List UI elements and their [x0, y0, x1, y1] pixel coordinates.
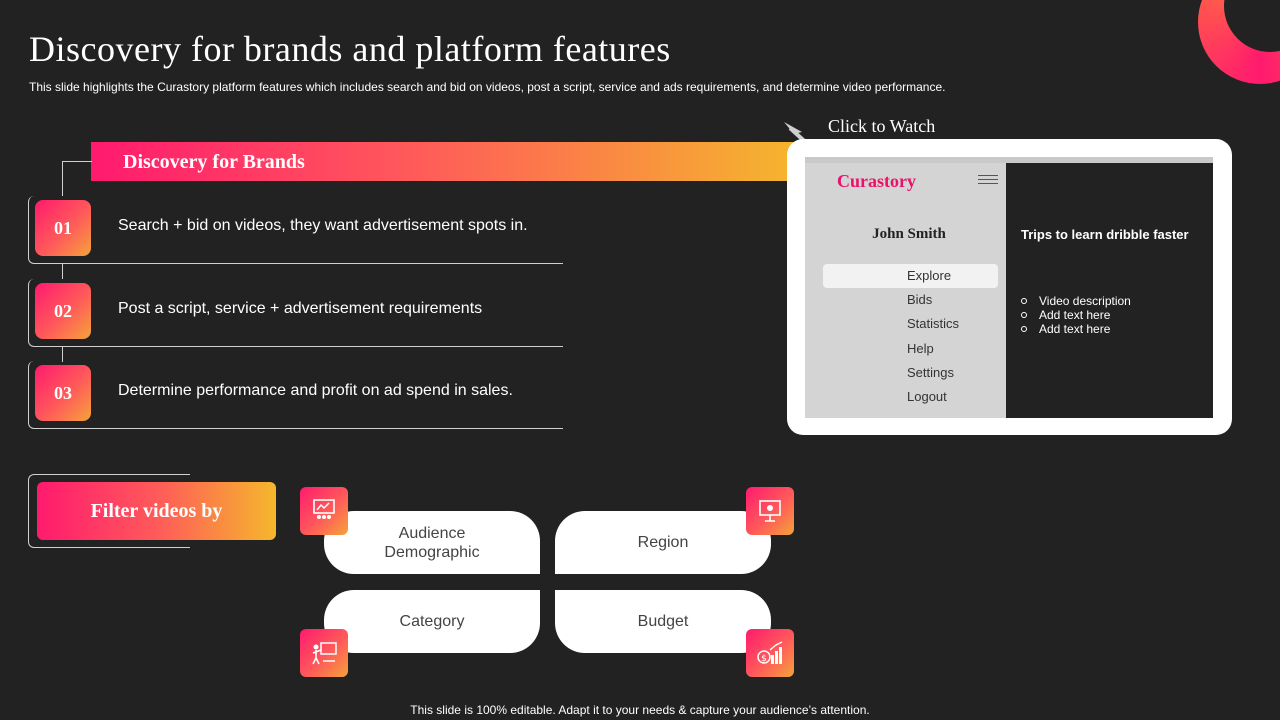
step-item: 01 Search + bid on videos, they want adv…: [28, 196, 563, 264]
filter-chip-budget[interactable]: Budget: [555, 590, 771, 653]
step-number: 01: [35, 200, 91, 256]
step-number: 02: [35, 283, 91, 339]
click-to-watch-label[interactable]: Click to Watch: [828, 116, 935, 137]
step-text: Search + bid on videos, they want advert…: [118, 217, 528, 234]
video-pane: Trips to learn dribble faster Video desc…: [1006, 163, 1213, 418]
tablet-mockup: Curastory John Smith Explore Bids Statis…: [787, 139, 1232, 435]
connector-line: [62, 346, 63, 362]
audience-icon: [300, 487, 348, 535]
menu-icon[interactable]: [978, 175, 998, 187]
connector-line: [62, 263, 63, 279]
list-item: Add text here: [1021, 322, 1131, 336]
filter-chip-category[interactable]: Category: [324, 590, 540, 653]
filter-videos-button[interactable]: Filter videos by: [37, 482, 276, 540]
budget-icon: $: [746, 629, 794, 677]
filter-chip-region[interactable]: Region: [555, 511, 771, 574]
connector-line: [62, 161, 92, 196]
user-name: John Smith: [872, 226, 946, 242]
decorative-ring: [1198, 0, 1280, 84]
nav-item-help[interactable]: Help: [823, 337, 998, 361]
footer-note: This slide is 100% editable. Adapt it to…: [410, 703, 870, 717]
step-item: 02 Post a script, service + advertisemen…: [28, 279, 563, 347]
nav-item-logout[interactable]: Logout: [823, 385, 998, 409]
step-text: Determine performance and profit on ad s…: [118, 382, 513, 399]
tablet-screen: Curastory John Smith Explore Bids Statis…: [805, 157, 1213, 418]
nav-item-explore[interactable]: Explore: [823, 264, 998, 288]
step-text: Post a script, service + advertisement r…: [118, 300, 483, 317]
filter-chip-audience[interactable]: Audience Demographic: [324, 511, 540, 574]
svg-text:$: $: [761, 654, 767, 664]
nav-item-bids[interactable]: Bids: [823, 288, 998, 312]
step-item: 03 Determine performance and profit on a…: [28, 361, 563, 429]
page-title: Discovery for brands and platform featur…: [29, 29, 671, 69]
list-item: Add text here: [1021, 308, 1131, 322]
category-icon: [300, 629, 348, 677]
brand-logo: Curastory: [837, 171, 916, 191]
region-icon: [746, 487, 794, 535]
video-title[interactable]: Trips to learn dribble faster: [1021, 227, 1189, 242]
nav-item-statistics[interactable]: Statistics: [823, 312, 998, 336]
nav-item-settings[interactable]: Settings: [823, 361, 998, 385]
step-number: 03: [35, 365, 91, 421]
page-subtitle: This slide highlights the Curastory plat…: [29, 80, 946, 94]
discovery-banner-label: Discovery for Brands: [123, 151, 305, 173]
list-item: Video description: [1021, 294, 1131, 308]
video-details-list: Video description Add text here Add text…: [1021, 294, 1131, 336]
discovery-banner: Discovery for Brands: [91, 142, 803, 181]
